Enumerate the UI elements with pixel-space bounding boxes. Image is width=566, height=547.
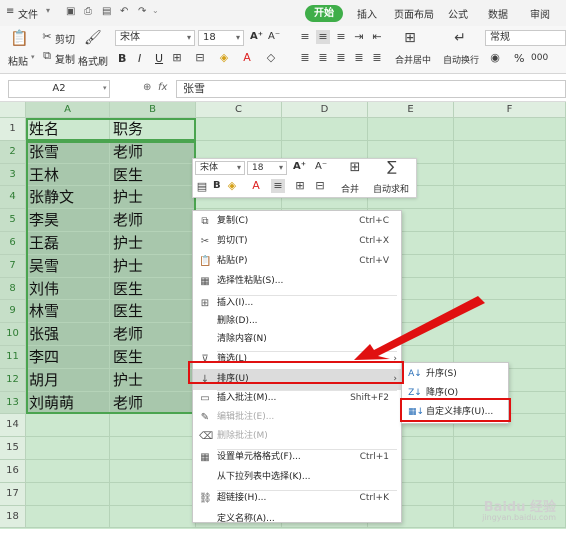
red-arrow-annotation — [354, 296, 485, 360]
watermark-url: jingyan.baidu.com — [482, 513, 556, 522]
